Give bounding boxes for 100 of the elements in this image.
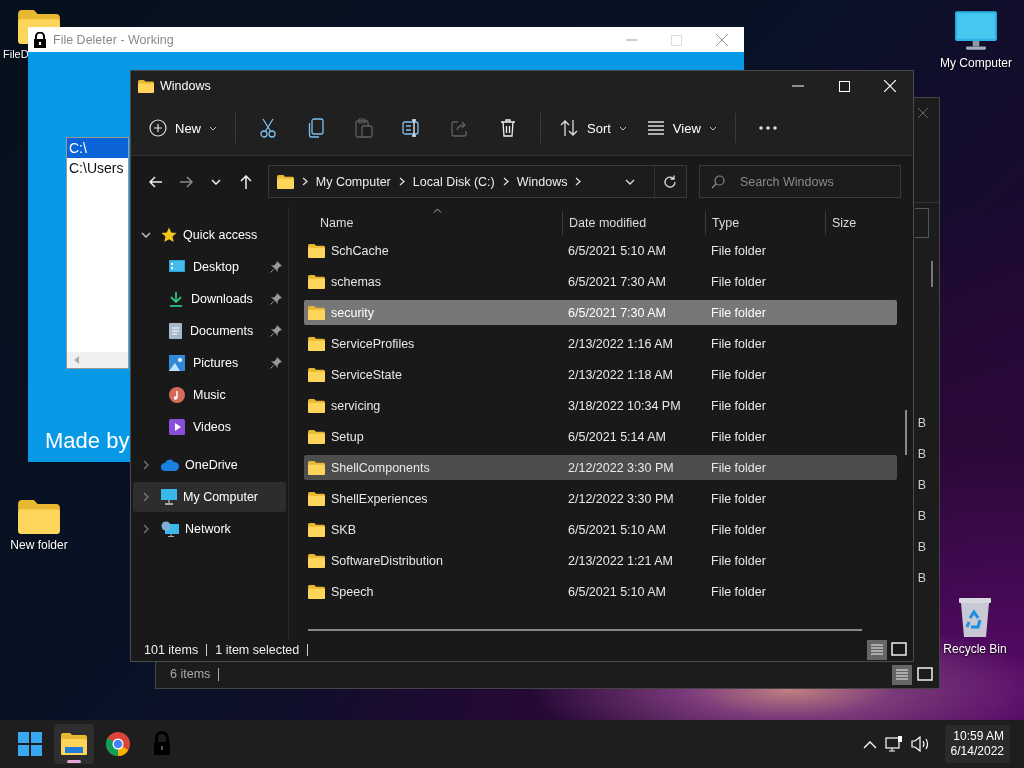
sidebar-item[interactable]: Quick access: [133, 220, 286, 250]
file-row[interactable]: SchCache 6/5/2021 5:10 AM File folder: [304, 238, 897, 263]
sidebar-item[interactable]: Documents: [133, 316, 286, 346]
type-cell-text: File folder: [710, 398, 767, 413]
pin-icon[interactable]: [270, 261, 282, 273]
sort-button[interactable]: Sort: [553, 110, 633, 146]
search-icon: [710, 175, 725, 189]
breadcrumb-item[interactable]: Windows: [516, 174, 568, 189]
pin-icon[interactable]: [270, 293, 282, 305]
file-explorer-button[interactable]: [54, 724, 94, 764]
sidebar-item[interactable]: Downloads: [133, 284, 286, 314]
clipboard-icon: [355, 118, 373, 138]
network-icon[interactable]: [884, 736, 903, 752]
file-name: security: [331, 305, 375, 320]
folder-icon: [308, 398, 325, 413]
column-header[interactable]: Date modified: [562, 211, 705, 235]
chevron-up-icon[interactable]: [862, 739, 877, 749]
breadcrumb-item[interactable]: My Computer: [315, 174, 391, 189]
folder-icon: [308, 243, 325, 258]
speaker-icon[interactable]: [910, 736, 931, 752]
path-item[interactable]: C:\: [67, 138, 128, 158]
folder-icon: [308, 460, 325, 475]
new-button[interactable]: New: [143, 110, 223, 146]
chevron-down-icon[interactable]: [141, 232, 151, 238]
pin-icon[interactable]: [270, 357, 282, 369]
type-cell-text: File folder: [710, 429, 767, 444]
size-cell: B: [917, 415, 927, 432]
column-header[interactable]: Size: [825, 211, 897, 235]
file-name: Speech: [331, 584, 374, 599]
sidebar-item[interactable]: My Computer: [133, 482, 286, 512]
scrollbar-thumb[interactable]: [931, 261, 933, 287]
sidebar-item[interactable]: Network: [133, 514, 286, 544]
rename-icon: [402, 119, 422, 137]
sidebar-item[interactable]: Videos: [133, 412, 286, 442]
desktop-icon-label[interactable]: FileD: [3, 48, 29, 60]
file-row[interactable]: ServiceState 2/13/2022 1:18 AM File folder: [304, 362, 897, 387]
search-field[interactable]: Search Windows: [698, 165, 901, 198]
view-button[interactable]: View: [640, 110, 723, 146]
chevron-right-icon[interactable]: [143, 524, 149, 534]
scrollbar-thumb[interactable]: [308, 629, 862, 631]
close-icon[interactable]: [917, 107, 929, 119]
scrollbar-thumb[interactable]: [905, 410, 907, 455]
close-icon: [884, 80, 896, 92]
address-bar[interactable]: My Computer Local Disk (C:) Windows: [267, 165, 687, 198]
clock-date: 6/14/2022: [950, 744, 1004, 759]
folder-icon: [138, 79, 154, 93]
desktop-icon-label[interactable]: My Computer: [940, 56, 1012, 70]
column-header[interactable]: Type: [705, 211, 825, 235]
horizontal-scrollbar[interactable]: [67, 352, 128, 368]
folder-icon: [276, 174, 294, 189]
desktop-icon-label[interactable]: Recycle Bin: [943, 642, 1007, 656]
chevron-right-icon[interactable]: [143, 460, 149, 470]
pin-icon[interactable]: [270, 325, 282, 337]
path-list[interactable]: C:\ C:\Users: [66, 137, 129, 369]
file-row[interactable]: SoftwareDistribution 2/13/2022 1:21 AM File folder: [304, 548, 897, 573]
file-row[interactable]: SKB 6/5/2021 5:10 AM File folder: [304, 517, 897, 542]
sidebar-item[interactable]: Desktop: [133, 252, 286, 282]
type-cell-text: File folder: [710, 491, 767, 506]
chevron-right-icon[interactable]: [143, 492, 149, 502]
file-row[interactable]: ServiceProfiles 2/13/2022 1:16 AM File folder: [304, 331, 897, 356]
chevron-right-icon: [575, 177, 582, 186]
browser-icon: [106, 732, 130, 756]
date-cell-text: 6/5/2021 7:30 AM: [567, 305, 667, 320]
file-row[interactable]: security 6/5/2021 7:30 AM File folder: [304, 300, 897, 325]
file-name: SoftwareDistribution: [331, 553, 443, 568]
windows-logo-icon: [18, 732, 42, 756]
breadcrumb-item[interactable]: Local Disk (C:): [412, 174, 495, 189]
date-cell-text: 6/5/2021 5:14 AM: [567, 429, 667, 444]
column-header[interactable]: Name: [304, 211, 562, 235]
lock-icon: [33, 31, 47, 48]
date-cell-text: 2/12/2022 3:30 PM: [567, 491, 675, 506]
file-row[interactable]: ShellComponents 2/12/2022 3:30 PM File folder: [304, 455, 897, 480]
desktop-icon-label[interactable]: New folder: [10, 538, 68, 552]
folder-icon: [308, 305, 325, 320]
sidebar-item[interactable]: OneDrive: [133, 450, 286, 480]
clock[interactable]: 10:59 AM 6/14/2022: [944, 725, 1010, 763]
file-row[interactable]: servicing 3/18/2022 10:34 PM File folder: [304, 393, 897, 418]
window-title: Windows: [160, 79, 212, 93]
monitor-icon: [954, 10, 998, 52]
copy-icon: [308, 118, 324, 138]
type-cell-text: File folder: [710, 367, 767, 382]
sidebar-item[interactable]: Pictures: [133, 348, 286, 378]
type-cell-text: File folder: [710, 305, 767, 320]
chevron-right-icon: [502, 177, 509, 186]
file-row[interactable]: Speech 6/5/2021 5:10 AM File folder: [304, 579, 897, 604]
details-view-icon[interactable]: [892, 664, 912, 685]
scissors-icon: [259, 118, 277, 138]
file-row[interactable]: Setup 6/5/2021 5:14 AM File folder: [304, 424, 897, 449]
file-name: Setup: [331, 429, 364, 444]
window-title: File Deleter - Working: [53, 32, 175, 47]
search-field[interactable]: [915, 208, 929, 238]
file-row[interactable]: schemas 6/5/2021 7:30 AM File folder: [304, 269, 897, 294]
item-count: 101 items: [144, 644, 208, 656]
item-count: 6 items: [170, 668, 220, 681]
plus-circle-icon: [149, 119, 167, 137]
chevron-down-icon: [624, 178, 635, 185]
file-row[interactable]: ShellExperiences 2/12/2022 3:30 PM File folder: [304, 486, 897, 511]
refresh-icon: [663, 174, 678, 189]
path-item[interactable]: C:\Users: [67, 158, 128, 178]
sidebar-item[interactable]: Music: [133, 380, 286, 410]
